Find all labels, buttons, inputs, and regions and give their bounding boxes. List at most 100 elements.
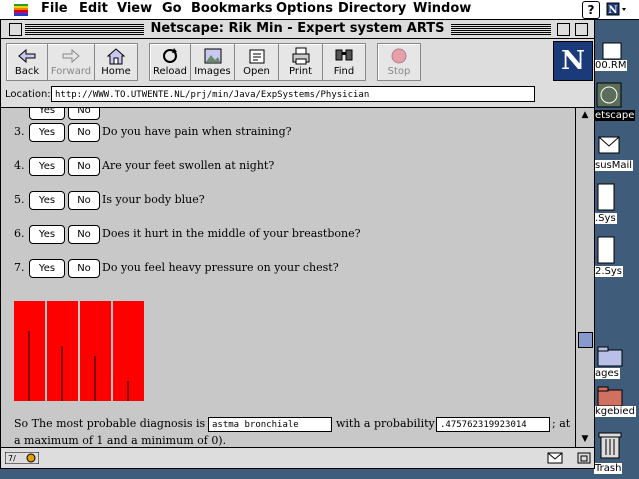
no-button[interactable]: No [68, 191, 100, 210]
page-button-group: Reload Images Open Print Find [149, 43, 366, 81]
yes-button[interactable]: Yes [29, 259, 65, 278]
desktop-label[interactable]: ages [594, 368, 620, 379]
menu-go[interactable]: Go [162, 1, 182, 16]
menu-bookmarks[interactable]: Bookmarks [191, 1, 273, 16]
question-text: Are your feet swollen at night? [102, 159, 275, 172]
netscape-desktop-icon[interactable] [596, 82, 622, 111]
images-label: Images [194, 66, 231, 77]
security-icon[interactable]: 7/ [4, 451, 40, 467]
scroll-down-icon[interactable]: ▼ [576, 432, 594, 446]
mail-status-icon[interactable] [547, 452, 563, 467]
help-menu-icon[interactable]: ? [582, 1, 600, 19]
svg-text:N: N [608, 5, 617, 16]
menu-window[interactable]: Window [413, 1, 471, 16]
question-number: 5. [14, 193, 25, 206]
toolbar: Back Forward Home Reload Images Open Pri… [1, 39, 594, 84]
menu-file[interactable]: File [41, 1, 68, 16]
desktop-label[interactable]: susMail [594, 160, 634, 171]
back-label: Back [14, 66, 40, 77]
folder-desktop-icon[interactable] [597, 345, 623, 370]
find-label: Find [333, 66, 355, 77]
scroll-up-icon[interactable]: ▲ [576, 108, 594, 122]
no-button[interactable]: No [68, 225, 100, 244]
page-content: Yes No 3. Yes No Do you have pain when s… [1, 107, 575, 447]
mail-desktop-icon[interactable] [597, 133, 621, 160]
print-label: Print [288, 66, 312, 77]
resize-grip-icon[interactable] [577, 452, 591, 467]
application-menu-icon[interactable]: N [606, 1, 628, 17]
forward-arrow-icon [62, 48, 80, 64]
folder-icon [597, 386, 623, 407]
location-input[interactable]: http://WWW.TO.UTWENTE.NL/prj/min/Java/Ex… [51, 86, 535, 102]
question-text: Is your body blue? [102, 193, 205, 206]
question-text: Does it hurt in the middle of your breas… [102, 227, 361, 240]
status-bar: 7/ [1, 447, 594, 468]
file-desktop-icon[interactable] [597, 183, 615, 214]
no-button[interactable]: No [68, 123, 100, 142]
yes-button[interactable]: Yes [29, 108, 65, 120]
vertical-scrollbar[interactable]: ▲ ▼ [575, 107, 594, 447]
diagnosis-suffix: ; at [552, 417, 571, 430]
no-button[interactable]: No [68, 108, 100, 120]
no-button[interactable]: No [68, 259, 100, 278]
stop-button[interactable]: Stop [378, 44, 420, 80]
yes-button[interactable]: Yes [29, 123, 65, 142]
netscape-logo: N [553, 41, 593, 81]
desktop-label[interactable]: etscape [594, 110, 636, 121]
menu-view[interactable]: View [117, 1, 152, 16]
find-button[interactable]: Find [323, 44, 365, 80]
yes-button[interactable]: Yes [29, 157, 65, 176]
diagnosis-field[interactable]: astma bronchiale [208, 417, 332, 432]
menu-directory[interactable]: Directory [338, 1, 406, 16]
images-icon [204, 48, 221, 64]
file-icon [597, 236, 615, 264]
yes-button[interactable]: Yes [29, 191, 65, 210]
forward-button[interactable]: Forward [48, 44, 95, 80]
desktop-icon[interactable] [597, 42, 627, 60]
desktop-label[interactable]: Trash [594, 463, 623, 474]
apple-menu-icon[interactable] [14, 1, 28, 17]
back-button[interactable]: Back [7, 44, 48, 80]
find-icon [335, 49, 353, 61]
document-icon [602, 42, 622, 60]
browser-window: Netscape: Rik Min - Expert system ARTS B… [0, 19, 595, 469]
location-label: Location: [5, 89, 51, 100]
netscape-app-icon [596, 82, 622, 108]
collapse-box-icon[interactable] [575, 23, 588, 36]
reload-icon [163, 48, 177, 63]
no-button[interactable]: No [68, 157, 100, 176]
question-text: Do you feel heavy pressure on your chest… [102, 261, 339, 274]
open-button[interactable]: Open [235, 44, 279, 80]
menu-edit[interactable]: Edit [79, 1, 108, 16]
home-button[interactable]: Home [95, 44, 137, 80]
reload-button[interactable]: Reload [150, 44, 191, 80]
reload-label: Reload [152, 66, 188, 77]
menu-options[interactable]: Options [276, 1, 333, 16]
desktop-label[interactable]: .Sys [594, 213, 617, 224]
window-title: Netscape: Rik Min - Expert system ARTS [1, 21, 594, 36]
stop-button-group: Stop [377, 43, 421, 81]
scroll-thumb[interactable] [578, 332, 593, 348]
yes-button[interactable]: Yes [29, 225, 65, 244]
title-bar[interactable]: Netscape: Rik Min - Expert system ARTS [1, 20, 594, 39]
probability-field[interactable]: .475762319923014 [436, 417, 550, 432]
print-icon [292, 47, 309, 65]
menu-bar: File Edit View Go Bookmarks Options Dire… [0, 0, 639, 20]
desktop-label[interactable]: 00.RM [594, 60, 628, 71]
open-label: Open [243, 66, 270, 77]
desktop-label[interactable]: kgebied [594, 406, 636, 417]
trash-icon [598, 432, 622, 459]
print-button[interactable]: Print [279, 44, 323, 80]
probability-bars [14, 301, 144, 401]
file-desktop-icon[interactable] [597, 236, 615, 267]
file-icon [597, 183, 615, 211]
question-text: Do you have pain when straining? [102, 125, 292, 138]
open-icon [249, 49, 264, 64]
nav-button-group: Back Forward Home [6, 43, 138, 81]
images-button[interactable]: Images [191, 44, 235, 80]
svg-text:7/: 7/ [8, 454, 16, 463]
desktop-label[interactable]: 2.Sys [594, 266, 624, 277]
zoom-box-icon[interactable] [557, 23, 570, 36]
trash-desktop-icon[interactable] [598, 430, 622, 463]
mail-app-icon [598, 136, 620, 154]
